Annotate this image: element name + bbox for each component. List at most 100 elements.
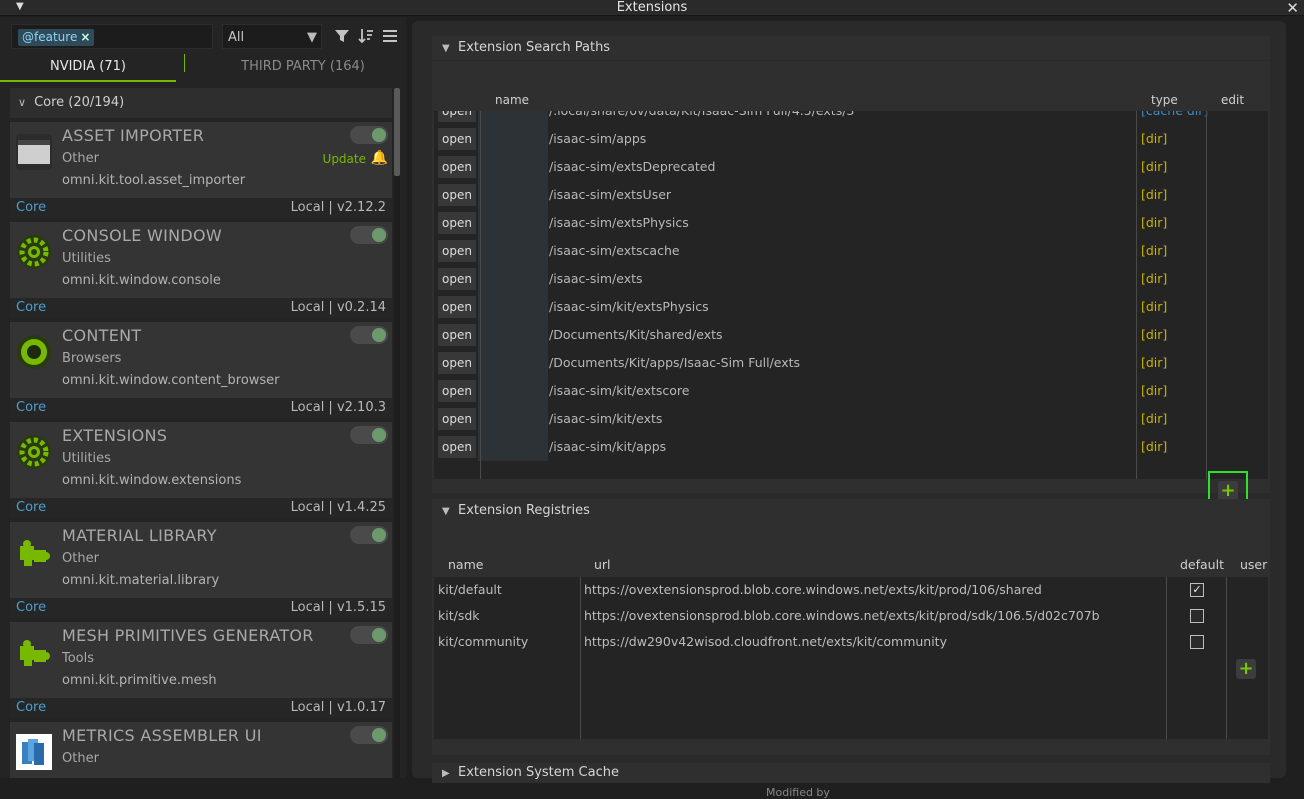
extension-version: Local | v0.2.14 [290,300,386,315]
enable-toggle[interactable] [350,326,388,344]
core-tag: Core [16,200,47,215]
filter-icon[interactable] [333,27,351,45]
table-row: open /isaac-sim/extscache [dir] [434,237,1268,265]
enable-toggle[interactable] [350,726,388,744]
extension-card[interactable]: MATERIAL LIBRARY Other omni.kit.material… [10,522,392,618]
extension-card[interactable]: EXTENSIONS Utilities omni.kit.window.ext… [10,422,392,518]
bell-icon[interactable]: 🔔 [371,150,388,166]
enable-toggle[interactable] [350,426,388,444]
default-checkbox[interactable]: ✓ [1190,583,1204,597]
name-cell [478,377,548,405]
table-row: open /Documents/Kit/shared/exts [dir] [434,321,1268,349]
extension-card[interactable]: CONSOLE WINDOW Utilities omni.kit.window… [10,222,392,318]
extension-name: CONSOLE WINDOW [62,226,223,245]
collapsed-triangle-icon: ▶ [442,768,450,779]
table-row: open /isaac-sim/extsDeprecated [dir] [434,153,1268,181]
puzzle-icon [16,534,52,570]
add-registry-button[interactable]: + [1236,659,1256,679]
path-text: /isaac-sim/kit/apps [549,439,667,454]
extension-version: Local | v1.4.25 [290,500,386,515]
path-text: /isaac-sim/extscache [549,243,680,258]
title-bar: ▼ Extensions ✕ [0,0,1304,17]
registry-name: kit/community [438,634,529,649]
open-button[interactable]: open [438,352,476,374]
core-tag: Core [16,600,47,615]
path-text: /isaac-sim/kit/extsPhysics [549,299,709,314]
extension-package: omni.kit.window.content_browser [62,373,280,388]
path-text: /isaac-sim/kit/extscore [549,383,690,398]
group-header-core[interactable]: ∨ Core (20/194) [10,88,392,118]
type-text: [dir] [1141,355,1168,370]
search-tag[interactable]: @feature × [18,29,95,46]
core-tag: Core [16,500,47,515]
default-checkbox[interactable] [1190,609,1204,623]
sort-icon[interactable] [357,27,375,45]
extension-package: omni.kit.window.extensions [62,473,242,488]
extension-card[interactable]: MESH PRIMITIVES GENERATOR Tools omni.kit… [10,622,392,718]
menu-icon[interactable] [381,27,399,45]
window-title: Extensions [616,0,688,15]
enable-toggle[interactable] [350,226,388,244]
type-text: [dir] [1141,439,1168,454]
metrics-assembler-icon [16,734,52,770]
extension-card[interactable]: CONTENT Browsers omni.kit.window.content… [10,322,392,418]
search-tag-label: @feature [22,30,78,44]
extension-category: Other [62,551,99,566]
core-tag: Core [16,700,47,715]
extension-name: MESH PRIMITIVES GENERATOR [62,626,314,645]
registries-header[interactable]: ▼ Extension Registries [432,499,1270,523]
close-icon[interactable]: ✕ [1286,0,1299,17]
open-button[interactable]: open [438,156,476,178]
chevron-down-icon: ∨ [18,96,27,109]
open-button[interactable]: open [438,408,476,430]
open-button[interactable]: open [438,268,476,290]
system-cache-header[interactable]: ▶ Extension System Cache [432,763,1270,783]
search-paths-header[interactable]: ▼ Extension Search Paths [432,36,1270,60]
open-button[interactable]: open [438,296,476,318]
table-row: open /isaac-sim/exts [dir] [434,265,1268,293]
name-cell [478,209,548,237]
extension-footer: Core Local | v2.10.3 [10,398,392,418]
status-text: Modified by [766,786,830,799]
open-button[interactable]: open [438,128,476,150]
filter-select[interactable]: All ▼ [222,24,322,49]
open-button[interactable]: open [438,380,476,402]
open-button[interactable]: open [438,436,476,458]
enable-toggle[interactable] [350,626,388,644]
extension-footer: Core Local | v1.5.15 [10,598,392,618]
extension-footer: Core Local | v0.2.14 [10,298,392,318]
table-row: kit/sdk https://ovextensionsprod.blob.co… [434,603,1268,629]
tab-nvidia[interactable]: NVIDIA (71) [0,54,176,82]
table-row: open /isaac-sim/kit/extscore [dir] [434,377,1268,405]
source-tabs: NVIDIA (71) THIRD PARTY (164) [0,54,406,84]
search-input[interactable]: @feature × [11,24,213,49]
enable-toggle[interactable] [350,126,388,144]
open-button[interactable]: open [438,324,476,346]
default-checkbox[interactable] [1190,635,1204,649]
extension-card[interactable]: METRICS ASSEMBLER UI Other [10,722,392,778]
open-button[interactable]: open [438,184,476,206]
open-button[interactable]: open [438,240,476,262]
group-label: Core (20/194) [34,95,125,110]
extension-footer: Core Local | v1.0.17 [10,698,392,718]
tab-third-party[interactable]: THIRD PARTY (164) [200,54,406,82]
update-link[interactable]: Update [323,152,366,166]
extension-card[interactable]: ASSET IMPORTER Other omni.kit.tool.asset… [10,122,392,218]
registry-url: https://ovextensionsprod.blob.core.windo… [584,608,1100,623]
table-row: open /isaac-sim/kit/exts [dir] [434,405,1268,433]
name-cell [478,405,548,433]
core-tag: Core [16,400,47,415]
open-button[interactable]: open [438,111,476,122]
table-row: open /isaac-sim/kit/extsPhysics [dir] [434,293,1268,321]
add-search-path-button[interactable]: + [1218,481,1238,501]
extension-version: Local | v2.12.2 [290,200,386,215]
column-divider [480,111,481,479]
list-scrollbar[interactable] [394,88,400,778]
enable-toggle[interactable] [350,526,388,544]
remove-tag-icon[interactable]: × [80,30,90,44]
type-text: [dir] [1141,299,1168,314]
open-button[interactable]: open [438,212,476,234]
gear-icon [16,234,52,270]
registry-name: kit/default [438,582,502,597]
table-row: open /Documents/Kit/apps/Isaac-Sim Full/… [434,349,1268,377]
